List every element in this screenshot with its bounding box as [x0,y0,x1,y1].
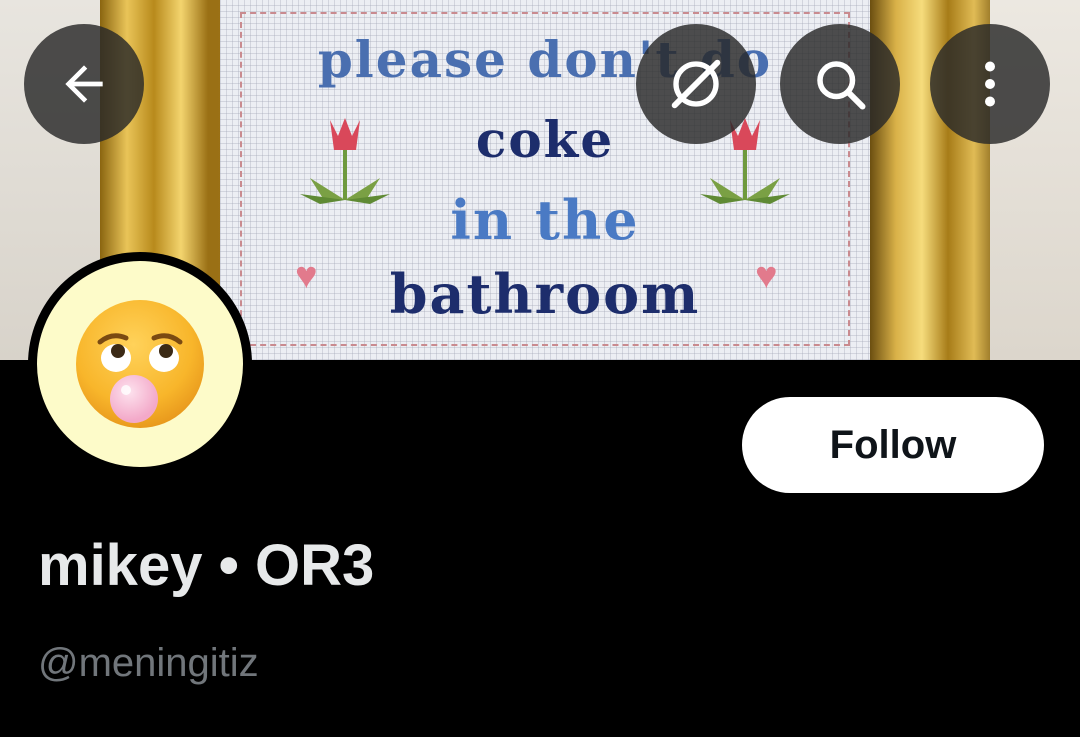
avatar[interactable] [28,252,252,476]
banner-cross-stitch: please don't do coke in the bathroom ♥ ♥ [220,0,870,360]
bio-cutoff [38,718,948,737]
heart-left-icon: ♥ [295,255,318,297]
follow-button[interactable]: Follow [742,397,1044,493]
back-button[interactable] [24,24,144,144]
arrow-left-icon [65,65,103,103]
grok-slash-circle-icon [671,59,721,109]
avatar-image [37,261,243,467]
search-button[interactable] [780,24,900,144]
grok-button[interactable] [636,24,756,144]
heart-right-icon: ♥ [755,255,778,297]
search-icon [817,61,866,110]
user-handle: @meningitiz [38,641,259,685]
tulip-left-icon [300,118,390,204]
more-vertical-icon [985,61,995,107]
stitch-line-1: please don't do [317,30,773,89]
display-name: mikey • OR3 [38,533,375,598]
face-with-bubblegum-icon [76,300,204,428]
more-options-button[interactable] [930,24,1050,144]
